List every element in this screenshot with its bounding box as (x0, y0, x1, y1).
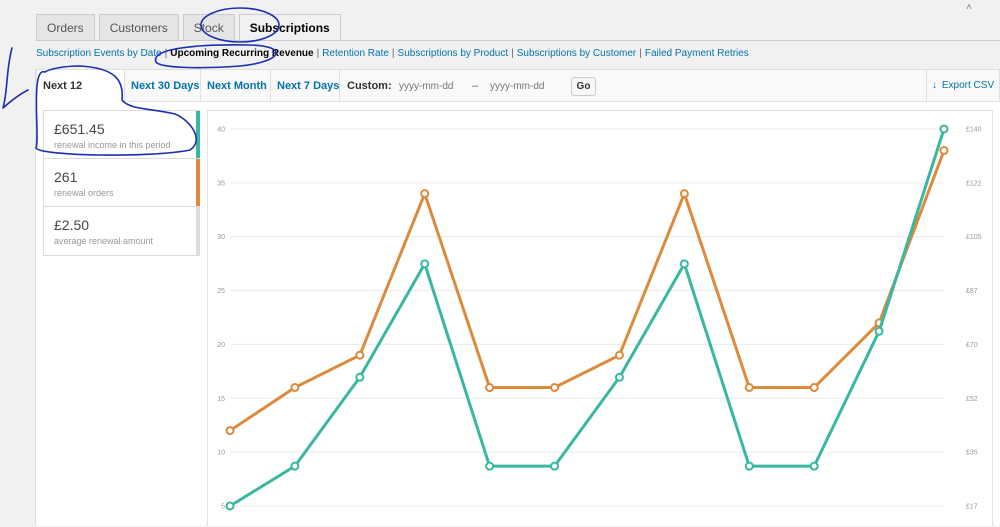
data-point (809, 383, 819, 393)
data-point (744, 461, 754, 471)
legend-renewal-orders[interactable]: 261 renewal orders (44, 159, 200, 207)
collapse-icon[interactable]: ˄ (966, 2, 972, 13)
data-point (550, 383, 560, 393)
link-failed-payment-retries[interactable]: Failed Payment Retries (645, 48, 749, 59)
chart-canvas: 5 £17 10 £35 15 £52 20 £70 25 £87 30 £105 35 £122 40 £1… (217, 124, 982, 511)
start-date-input[interactable] (399, 76, 477, 96)
legend-average-amount[interactable]: £2.50 average renewal amount (44, 207, 200, 255)
data-point (225, 426, 235, 436)
legend-value: £651.45 (54, 121, 105, 137)
data-point (420, 189, 430, 199)
legend-label: renewal orders (54, 188, 114, 198)
data-point (679, 189, 689, 199)
y-left-tick-label: 15 (217, 396, 225, 403)
y-right-tick-label: £35 (966, 450, 978, 457)
link-retention-rate[interactable]: Retention Rate (322, 48, 389, 59)
link-subscriptions-by-customer[interactable]: Subscriptions by Customer (517, 48, 637, 59)
data-point (290, 461, 300, 471)
legend-value: 261 (54, 169, 78, 185)
y-left-tick-label: 25 (217, 288, 225, 295)
separator: | (316, 48, 320, 59)
y-right-tick-label: £105 (966, 234, 982, 241)
line-chart: 5 £17 10 £35 15 £52 20 £70 25 £87 30 £105 35 £122 40 £1… (207, 110, 993, 526)
tab-customers[interactable]: Customers (98, 14, 179, 40)
legend-color-bar (196, 159, 200, 206)
data-point (485, 461, 495, 471)
link-subscriptions-by-product[interactable]: Subscriptions by Product (398, 48, 509, 59)
y-left-tick-label: 5 (221, 504, 225, 511)
y-left-tick-label: 20 (217, 342, 225, 349)
legend-label: renewal income in this period (54, 140, 171, 150)
data-point (290, 383, 300, 393)
data-point (355, 350, 365, 360)
y-right-tick-label: £122 (966, 180, 982, 187)
separator: | (391, 48, 395, 59)
y-right-tick-label: £70 (966, 342, 978, 349)
legend-color-bar (196, 111, 200, 158)
data-point (939, 146, 949, 156)
data-point (550, 461, 560, 471)
y-right-tick-label: £87 (966, 288, 978, 295)
download-arrow-icon: ↓ (931, 80, 937, 91)
report-subnav: Subscription Events by Date | Upcoming Rec… (36, 48, 749, 59)
data-point (809, 461, 819, 471)
y-left-tick-label: 35 (217, 180, 225, 187)
y-left-tick-label: 30 (217, 234, 225, 241)
legend-renewal-income[interactable]: £651.45 renewal income in this period (44, 111, 200, 159)
y-right-tick-label: £17 (966, 504, 978, 511)
data-point (485, 383, 495, 393)
data-point (225, 501, 235, 511)
tab-orders[interactable]: Orders (36, 14, 95, 40)
data-point (355, 372, 365, 382)
separator: | (164, 48, 168, 59)
range-next-30-days[interactable]: Next 30 Days (125, 70, 206, 102)
export-csv-label: Export CSV (941, 80, 995, 91)
y-left-tick-label: 10 (217, 450, 225, 457)
tab-subscriptions[interactable]: Subscriptions (238, 14, 341, 40)
series-line-1 (229, 128, 946, 508)
y-right-tick-label: £52 (966, 396, 978, 403)
legend-label: average renewal amount (54, 236, 154, 246)
legend-value: £2.50 (54, 217, 90, 233)
data-point (874, 326, 884, 336)
custom-range-label: Custom: (347, 80, 392, 92)
link-subscription-events[interactable]: Subscription Events by Date (36, 48, 162, 59)
separator: | (511, 48, 514, 59)
separator: | (639, 48, 642, 59)
range-next-12-months[interactable]: Next 12 Months (36, 70, 125, 124)
data-point (744, 383, 754, 393)
data-point (614, 372, 624, 382)
range-next-7-days[interactable]: Next 7 Days (271, 70, 345, 102)
data-point (420, 259, 430, 269)
end-date-input[interactable] (490, 76, 568, 96)
legend-color-bar (196, 207, 200, 255)
data-point (679, 259, 689, 269)
y-right-tick-label: £140 (966, 127, 982, 134)
y-left-tick-label: 40 (217, 127, 225, 134)
tab-stock[interactable]: Stock (182, 14, 235, 40)
top-tab-bar: Orders Customers Stock Subscriptions (36, 14, 341, 41)
go-button[interactable]: Go (571, 77, 596, 96)
date-dash: – (472, 80, 479, 92)
export-csv-button[interactable]: ↓ Export CSV (926, 70, 999, 102)
range-next-month[interactable]: Next Month (201, 70, 273, 102)
link-upcoming-recurring-revenue[interactable]: Upcoming Recurring Revenue (170, 48, 313, 59)
data-point (614, 350, 624, 360)
divider (339, 70, 340, 102)
chart-legend: £651.45 renewal income in this period 26… (43, 110, 200, 256)
date-range-bar: Next 12 Months Next 30 Days Next Month N… (35, 69, 1000, 124)
data-point (939, 124, 949, 134)
tab-divider (36, 40, 1000, 41)
pen-arrow-down (2, 47, 29, 109)
